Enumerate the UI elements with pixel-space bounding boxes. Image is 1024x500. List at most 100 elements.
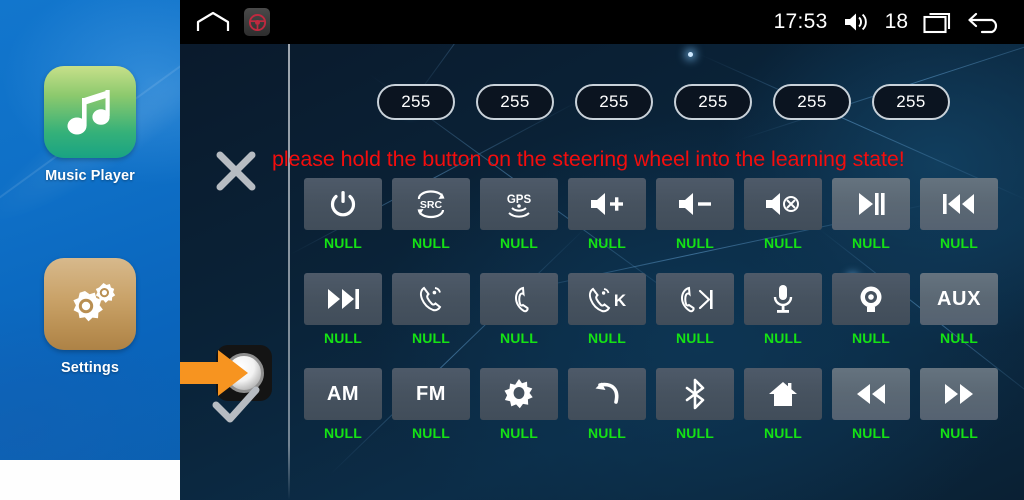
- key-assignment-grid: NULL SRC NULL GPS NULL NULL NULL NULL NU…: [304, 178, 1024, 488]
- key-cell-back-undo[interactable]: NULL: [568, 368, 646, 441]
- previous-track-button[interactable]: [920, 178, 998, 230]
- src-icon: SRC: [417, 190, 445, 219]
- music-note-icon: [67, 90, 110, 135]
- key-value: NULL: [323, 235, 363, 251]
- key-value: NULL: [675, 425, 715, 441]
- value-pill[interactable]: 255: [872, 84, 950, 120]
- key-value: NULL: [499, 235, 539, 251]
- key-value: NULL: [939, 235, 979, 251]
- rewind-button[interactable]: [832, 368, 910, 420]
- status-bar-left: [180, 8, 270, 36]
- key-cell-am[interactable]: AM NULL: [304, 368, 382, 441]
- key-cell-microphone[interactable]: NULL: [744, 273, 822, 346]
- hangup-call-icon: [514, 286, 529, 313]
- value-pill[interactable]: 255: [773, 84, 851, 120]
- volume-up-icon: [591, 193, 623, 215]
- key-cell-power[interactable]: NULL: [304, 178, 382, 251]
- key-value: NULL: [763, 235, 803, 251]
- svg-text:GPS: GPS: [507, 194, 532, 206]
- key-cell-play-pause[interactable]: NULL: [832, 178, 910, 251]
- recent-apps-icon[interactable]: [923, 10, 953, 34]
- key-value: NULL: [587, 235, 627, 251]
- volume-up-button[interactable]: [568, 178, 646, 230]
- key-value: NULL: [323, 330, 363, 346]
- src-button[interactable]: SRC: [392, 178, 470, 230]
- key-cell-fm[interactable]: FM NULL: [392, 368, 470, 441]
- steering-wheel-icon[interactable]: [244, 8, 270, 36]
- am-button[interactable]: AM: [304, 368, 382, 420]
- value-pill[interactable]: 255: [377, 84, 455, 120]
- home-key-button[interactable]: [744, 368, 822, 420]
- bluetooth-button[interactable]: [656, 368, 734, 420]
- fast-forward-button[interactable]: [920, 368, 998, 420]
- key-value: NULL: [939, 425, 979, 441]
- value-pill[interactable]: 255: [575, 84, 653, 120]
- value-pill[interactable]: 255: [476, 84, 554, 120]
- volume-level: 18: [884, 10, 908, 33]
- next-track-button[interactable]: [304, 273, 382, 325]
- key-cell-mute[interactable]: NULL: [744, 178, 822, 251]
- key-cell-src[interactable]: SRC NULL: [392, 178, 470, 251]
- steering-wheel-glyph: [248, 13, 266, 31]
- key-cell-rewind[interactable]: NULL: [832, 368, 910, 441]
- key-cell-fast-forward[interactable]: NULL: [920, 368, 998, 441]
- sidebar-bottom-strip: [0, 460, 180, 500]
- key-cell-hangup-call[interactable]: NULL: [480, 273, 558, 346]
- key-cell-next-track[interactable]: NULL: [304, 273, 382, 346]
- call-key-button[interactable]: K: [568, 273, 646, 325]
- key-cell-brightness[interactable]: NULL: [480, 368, 558, 441]
- checkmark-icon: [212, 386, 260, 423]
- home-icon[interactable]: [196, 10, 230, 34]
- fm-button[interactable]: FM: [392, 368, 470, 420]
- key-cell-home[interactable]: NULL: [744, 368, 822, 441]
- gps-button[interactable]: GPS: [480, 178, 558, 230]
- mute-button[interactable]: [744, 178, 822, 230]
- key-cell-answer-call[interactable]: NULL: [392, 273, 470, 346]
- camera-button[interactable]: [832, 273, 910, 325]
- key-value: NULL: [851, 330, 891, 346]
- key-row: AM NULL FM NULL NULL NULL NULL NULL NULL…: [304, 368, 1024, 462]
- key-cell-volume-down[interactable]: NULL: [656, 178, 734, 251]
- launcher-item-settings[interactable]: Settings: [0, 258, 180, 376]
- brightness-button[interactable]: [480, 368, 558, 420]
- play-pause-button[interactable]: [832, 178, 910, 230]
- volume-down-button[interactable]: [656, 178, 734, 230]
- key-value: NULL: [675, 235, 715, 251]
- steering-wheel-key-learning-screen: Music Player Settings 17:53 18 255 255 2…: [0, 0, 1024, 500]
- key-cell-gps[interactable]: GPS NULL: [480, 178, 558, 251]
- microphone-button[interactable]: [744, 273, 822, 325]
- key-cell-camera[interactable]: NULL: [832, 273, 910, 346]
- power-icon: [330, 191, 356, 217]
- settings-tile[interactable]: [44, 258, 136, 350]
- key-cell-aux[interactable]: AUX NULL: [920, 273, 998, 346]
- main-pane: 17:53 18 255 255 255 255 255 255 please …: [180, 0, 1024, 500]
- hangup-call-button[interactable]: [480, 273, 558, 325]
- key-value: NULL: [851, 425, 891, 441]
- key-cell-volume-up[interactable]: NULL: [568, 178, 646, 251]
- key-cell-previous-track[interactable]: NULL: [920, 178, 998, 251]
- key-cell-bluetooth[interactable]: NULL: [656, 368, 734, 441]
- hangup-skip-button[interactable]: [656, 273, 734, 325]
- call-key-icon: K: [588, 287, 627, 313]
- back-arrow-icon[interactable]: [968, 10, 1002, 34]
- status-bar-right: 17:53 18: [774, 10, 1024, 34]
- back-undo-button[interactable]: [568, 368, 646, 420]
- channel-value-row: 255 255 255 255 255 255: [180, 84, 1024, 126]
- answer-call-button[interactable]: [392, 273, 470, 325]
- value-pill[interactable]: 255: [674, 84, 752, 120]
- volume-icon[interactable]: [843, 11, 870, 33]
- key-value: NULL: [587, 330, 627, 346]
- next-track-icon: [328, 289, 359, 309]
- svg-text:SRC: SRC: [420, 199, 443, 211]
- key-cell-call-key[interactable]: K NULL: [568, 273, 646, 346]
- key-row: NULL NULL NULL K NULL NULL NULL NULL AUX…: [304, 273, 1024, 367]
- cancel-button[interactable]: [202, 144, 270, 198]
- back-undo-icon: [595, 382, 619, 404]
- key-cell-hangup-skip[interactable]: NULL: [656, 273, 734, 346]
- key-value: NULL: [587, 425, 627, 441]
- power-button[interactable]: [304, 178, 382, 230]
- aux-button[interactable]: AUX: [920, 273, 998, 325]
- music-player-tile[interactable]: [44, 66, 136, 158]
- confirm-button[interactable]: [202, 378, 270, 432]
- launcher-item-music-player[interactable]: Music Player: [0, 66, 180, 184]
